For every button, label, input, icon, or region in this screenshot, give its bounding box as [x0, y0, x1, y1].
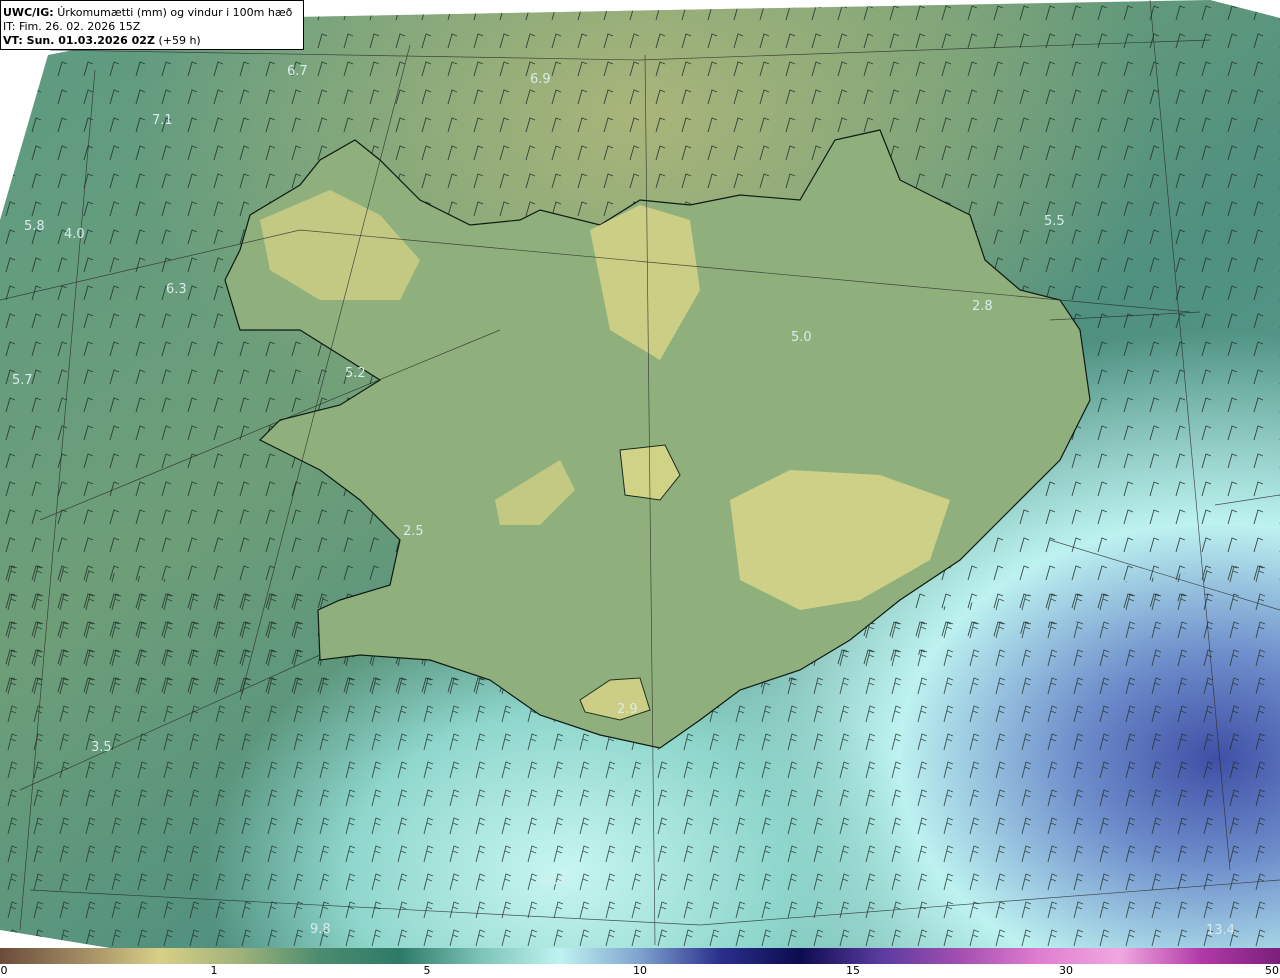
header-title-line: UWC/IG: Úrkomumætti (mm) og vindur i 100…: [3, 6, 303, 20]
colorbar-tick: 5: [423, 964, 431, 977]
valid-time: VT: Sun. 01.03.2026 02Z: [3, 34, 155, 47]
map-value-label: 5.2: [345, 366, 366, 381]
map-value-label: 5.0: [791, 330, 812, 345]
colorbar-tick: 30: [1059, 964, 1073, 977]
map-value-label: 6.3: [166, 282, 187, 297]
map-header: UWC/IG: Úrkomumætti (mm) og vindur i 100…: [0, 0, 304, 50]
valid-time-line: VT: Sun. 01.03.2026 02Z (+59 h): [3, 34, 303, 48]
map-value-label: 6.7: [287, 64, 308, 79]
map-value-label: 4.0: [64, 227, 85, 242]
map-value-label: 3.5: [91, 740, 112, 755]
map-value-label: 10.4: [537, 873, 566, 888]
product-code: UWC/IG:: [3, 6, 54, 19]
precipitation-map: 6.7 6.9 7.1 5.8 4.0 6.3 5.7 5.2 2.8 5.0 …: [0, 0, 1280, 948]
colorbar-gradient: [0, 948, 1280, 964]
map-value-label: 7.1: [152, 113, 173, 128]
map-value-label: 2.5: [403, 524, 424, 539]
map-value-label: 5.5: [1044, 214, 1065, 229]
forecast-lead: (+59 h): [158, 34, 201, 47]
map-value-label: 5.7: [12, 373, 33, 388]
colorbar-strip: [0, 948, 1280, 964]
map-value-label: 6.9: [530, 72, 551, 87]
map-value-label: 2.9: [617, 702, 638, 717]
initial-time: IT: Fim. 26. 02. 2026 15Z: [3, 20, 141, 33]
map-value-label: 13.4: [1206, 923, 1235, 938]
product-description: Úrkomumætti (mm) og vindur i 100m hæð: [57, 6, 293, 19]
colorbar-tick: 0: [0, 964, 8, 977]
colorbar: 0 1 5 10 15 30 50: [0, 948, 1280, 978]
colorbar-tick: 50: [1265, 964, 1279, 977]
map-value-label: 2.8: [972, 299, 993, 314]
map-value-label: 5.8: [24, 219, 45, 234]
colorbar-tick: 15: [846, 964, 860, 977]
colorbar-tick: 10: [633, 964, 647, 977]
colorbar-tick: 1: [210, 964, 218, 977]
map-value-label: 9.8: [310, 922, 331, 937]
